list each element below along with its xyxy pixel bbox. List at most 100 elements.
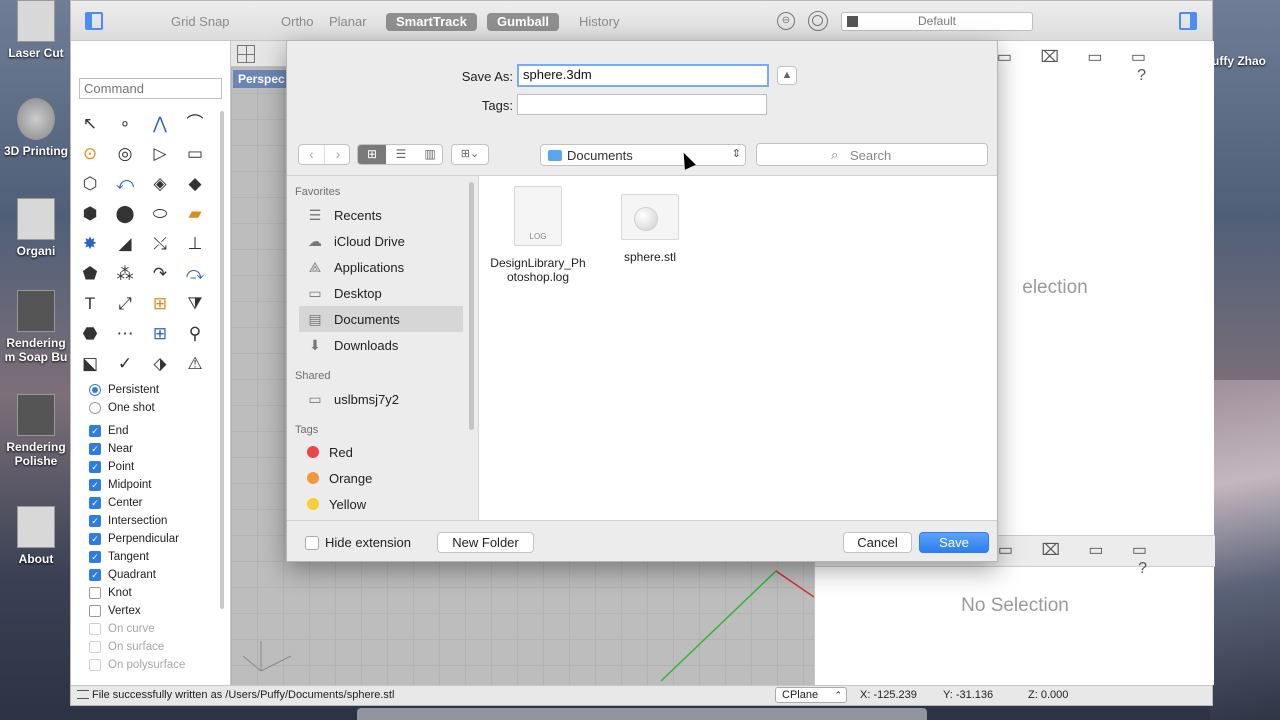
checkbox[interactable]: [89, 659, 101, 671]
hide-extension-checkbox[interactable]: Hide extension: [305, 535, 411, 550]
tags-field[interactable]: [517, 94, 767, 115]
sidebar-item-applications[interactable]: ⟁ Applications: [299, 254, 463, 280]
tool-icon[interactable]: ▰: [180, 199, 210, 229]
tool-icon[interactable]: ⬡: [75, 169, 105, 199]
sidebar-item-tag-yellow[interactable]: Yellow: [299, 491, 463, 517]
tool-icon[interactable]: ⤯: [145, 229, 175, 259]
tool-icon[interactable]: ⬢: [75, 199, 105, 229]
tool-icon[interactable]: ⊞: [145, 319, 175, 349]
tool-icon[interactable]: ⊥: [180, 229, 210, 259]
desktop-icon[interactable]: 3D Printing: [0, 98, 72, 158]
tool-icon[interactable]: ⊙: [75, 139, 105, 169]
tool-icon[interactable]: ⤺: [110, 169, 140, 199]
checkbox[interactable]: ✓: [89, 551, 101, 563]
tool-icon[interactable]: ✓: [110, 349, 140, 379]
search-field[interactable]: ⌕ Search: [756, 143, 988, 166]
tool-icon[interactable]: ↖: [75, 109, 105, 139]
tool-icon[interactable]: ⬗: [145, 349, 175, 379]
osnap-center[interactable]: ✓ Center: [89, 494, 229, 512]
mode-gumball-button[interactable]: Gumball: [487, 13, 560, 31]
tool-icon[interactable]: ✸: [75, 229, 105, 259]
tool-icon[interactable]: ◎: [110, 139, 140, 169]
save-as-field[interactable]: sphere.3dm: [517, 64, 769, 87]
panels-toggle-icon[interactable]: [1179, 12, 1197, 30]
osnap-point[interactable]: ✓ Point: [89, 458, 229, 476]
tool-icon[interactable]: ∘: [110, 109, 140, 139]
checkbox[interactable]: [89, 641, 101, 653]
radio-button[interactable]: [89, 384, 101, 396]
tool-icon[interactable]: ⌒: [180, 109, 210, 139]
snap-mode-one-shot[interactable]: One shot: [89, 399, 229, 417]
forward-arrow-icon[interactable]: ›: [325, 145, 351, 164]
save-button[interactable]: Save: [919, 532, 989, 553]
sidebar-scrollbar[interactable]: [469, 182, 474, 430]
group-by-button[interactable]: ⊞⌄: [451, 144, 489, 165]
tool-icon[interactable]: ⬤: [110, 199, 140, 229]
osnap-toggle-icon[interactable]: ⊖: [777, 12, 795, 30]
icon-view-icon[interactable]: ⊞: [358, 145, 386, 164]
expand-dialog-button[interactable]: ▲: [777, 66, 797, 85]
checkbox[interactable]: ✓: [89, 515, 101, 527]
cancel-button[interactable]: Cancel: [843, 532, 912, 553]
desktop-icon[interactable]: Organi: [0, 198, 72, 258]
back-arrow-icon[interactable]: ‹: [299, 145, 325, 164]
tool-icon[interactable]: ⤢: [110, 289, 140, 319]
file-item[interactable]: sphere.stl: [595, 194, 705, 264]
osnap-near[interactable]: ✓ Near: [89, 440, 229, 458]
checkbox[interactable]: ✓: [89, 497, 101, 509]
tool-icon[interactable]: ⤼: [180, 259, 210, 289]
list-view-icon[interactable]: ☰: [387, 145, 415, 164]
sidebar-item-downloads[interactable]: ⬇ Downloads: [299, 332, 463, 358]
checkbox[interactable]: ✓: [89, 461, 101, 473]
sidebar-toggle-icon[interactable]: [85, 12, 103, 30]
osnap-midpoint[interactable]: ✓ Midpoint: [89, 476, 229, 494]
left-panel-scrollbar[interactable]: [220, 111, 224, 609]
tool-icon[interactable]: ◢: [110, 229, 140, 259]
tool-icon[interactable]: ⊞: [145, 289, 175, 319]
tool-icon[interactable]: ▷: [145, 139, 175, 169]
checkbox[interactable]: ✓: [89, 479, 101, 491]
osnap-on-curve[interactable]: On curve: [89, 620, 229, 638]
snap-mode-persistent[interactable]: Persistent: [89, 381, 229, 399]
osnap-on-surface[interactable]: On surface: [89, 638, 229, 656]
checkbox[interactable]: [89, 605, 101, 617]
osnap-vertex[interactable]: Vertex: [89, 602, 229, 620]
checkbox[interactable]: ✓: [89, 425, 101, 437]
sidebar-item-desktop[interactable]: ▭ Desktop: [299, 280, 463, 306]
file-item[interactable]: LOG DesignLibrary_Ph otoshop.log: [483, 186, 593, 284]
tool-icon[interactable]: ⚲: [180, 319, 210, 349]
tool-icon[interactable]: ◆: [180, 169, 210, 199]
column-view-icon[interactable]: ▥: [416, 145, 444, 164]
desktop-icon[interactable]: Laser Cut: [0, 0, 72, 60]
checkbox[interactable]: [89, 587, 101, 599]
desktop-icon[interactable]: Rendering Polishe: [0, 394, 72, 468]
osnap-on-polysurface[interactable]: On polysurface: [89, 656, 229, 674]
tool-icon[interactable]: T: [75, 289, 105, 319]
osnap-knot[interactable]: Knot: [89, 584, 229, 602]
osnap-intersection[interactable]: ✓ Intersection: [89, 512, 229, 530]
sidebar-item-recents[interactable]: ☰ Recents: [299, 202, 463, 228]
sidebar-item-shared-computer[interactable]: ▭ uslbmsj7y2: [299, 386, 463, 412]
osnap-tangent[interactable]: ✓ Tangent: [89, 548, 229, 566]
tool-icon[interactable]: ▭: [180, 139, 210, 169]
sidebar-item-icloud-drive[interactable]: ☁ iCloud Drive: [299, 228, 463, 254]
checkbox[interactable]: ✓: [89, 569, 101, 581]
location-popup[interactable]: Documents ⇕: [540, 144, 746, 166]
tool-icon[interactable]: ⬭: [145, 199, 175, 229]
layer-selector[interactable]: Default: [841, 12, 1033, 31]
tool-icon[interactable]: ⋀: [145, 109, 175, 139]
tool-icon[interactable]: ⋯: [110, 319, 140, 349]
desktop-icon[interactable]: About: [0, 506, 72, 566]
checkbox[interactable]: [89, 623, 101, 635]
tool-icon[interactable]: ⬕: [75, 349, 105, 379]
radio-button[interactable]: [89, 402, 101, 414]
mode-smarttrack-button[interactable]: SmartTrack: [386, 13, 477, 31]
osnap-perpendicular[interactable]: ✓ Perpendicular: [89, 530, 229, 548]
sidebar-item-tag-orange[interactable]: Orange: [299, 465, 463, 491]
checkbox-box[interactable]: [305, 535, 319, 550]
mode-planar-button[interactable]: Planar: [319, 13, 377, 31]
tool-icon[interactable]: ⚠: [180, 349, 210, 379]
tool-icon[interactable]: ⬟: [75, 259, 105, 289]
mode-ortho-button[interactable]: Ortho: [271, 13, 324, 31]
new-folder-button[interactable]: New Folder: [437, 532, 534, 553]
